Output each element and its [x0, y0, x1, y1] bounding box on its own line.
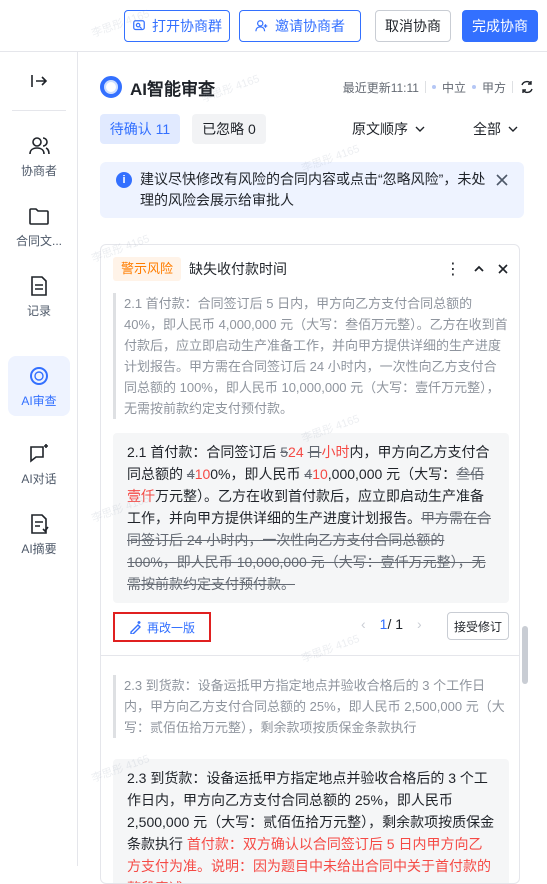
scrollbar-thumb[interactable] [522, 626, 528, 684]
add-user-icon [255, 20, 268, 32]
separator [424, 81, 426, 93]
cancel-negotiation-button[interactable]: 取消协商 [375, 10, 451, 42]
chevron-up-icon[interactable] [473, 263, 485, 275]
nav-item-records[interactable]: 记录 [8, 266, 70, 326]
group-chat-icon [133, 20, 145, 31]
text-segment: 0%，即人民币 [210, 466, 305, 482]
nav-label-ai-chat: AI对话 [21, 471, 57, 486]
nav-label-ai-summary: AI摘要 [21, 541, 57, 556]
finish-label: 完成协商 [472, 18, 528, 34]
order-dropdown[interactable]: 原文顺序 [352, 114, 426, 144]
tab-ignored-label: 已忽略 0 [202, 121, 256, 137]
accept-label: 接受修订 [453, 619, 502, 634]
dot-icon [431, 85, 436, 89]
separator [512, 81, 513, 93]
revised-clause-2: 2.3 到货款：设备运抵甲方指定地点并验收合格后的 3 个工作日内，甲方向乙方支… [113, 759, 509, 883]
header-meta: 最近更新11:11 中立 甲方 [343, 79, 535, 96]
ai-logo-icon [100, 76, 122, 98]
rewrite-button[interactable]: 再改一版 [113, 612, 211, 642]
document-icon [31, 275, 47, 296]
open-group-button[interactable]: 打开协商群 [124, 10, 230, 42]
risk-card-header: 警示风险 缺失收付款时间 ⋮ [113, 255, 509, 283]
tab-ignored[interactable]: 已忽略 0 [192, 114, 266, 144]
refresh-icon[interactable] [519, 79, 535, 95]
nav-item-contract-files[interactable]: 合同文... [8, 196, 70, 256]
party-neutral[interactable]: 中立 [442, 79, 466, 96]
inserted-text: 10 [312, 466, 328, 482]
original-clause-1: 2.1 首付款：合同签订后 5 日内，甲方向乙方支付合同总额的 40%，即人民币… [113, 293, 509, 419]
deleted-text: 4 [186, 466, 195, 482]
nav-label-negotiators: 协商者 [20, 163, 57, 178]
text-segment: 2.1 首付款：合同签订后 [127, 444, 281, 460]
ai-review-icon [30, 366, 48, 385]
deleted-text: 5 [280, 444, 289, 460]
close-icon[interactable] [497, 263, 509, 275]
inserted-text: 24 [288, 444, 308, 460]
card-divider [101, 655, 519, 656]
inserted-text: 小时 [321, 444, 350, 460]
cancel-label: 取消协商 [385, 18, 441, 34]
nav-item-negotiators[interactable]: 协商者 [8, 126, 70, 186]
deleted-text: 叁佰 [456, 466, 485, 482]
chevron-down-icon [415, 126, 425, 132]
inserted-text: 10 [194, 466, 211, 482]
magic-pen-icon [130, 621, 141, 634]
page-total: / 1 [387, 616, 404, 632]
nav-label-ai-review: AI审查 [21, 393, 57, 408]
more-icon[interactable]: ⋮ [445, 259, 461, 279]
nav-item-ai-summary[interactable]: AI摘要 [8, 504, 70, 564]
text-segment: ,000,000 元（大写： [327, 466, 457, 482]
finish-negotiation-button[interactable]: 完成协商 [462, 10, 538, 42]
next-page-icon[interactable]: › [417, 616, 422, 632]
expand-sidebar-icon[interactable] [28, 70, 50, 92]
chevron-down-icon [508, 126, 518, 132]
invite-button[interactable]: 邀请协商者 [239, 10, 361, 42]
folder-icon [29, 207, 49, 225]
ai-review-panel: AI智能审查 最近更新11:11 中立 甲方 待确认 11 已忽略 0 原文顺序… [78, 52, 547, 884]
invite-label: 邀请协商者 [275, 18, 345, 34]
panel-title: AI智能审查 [130, 79, 215, 99]
dot-icon [471, 85, 476, 89]
tab-pending-label: 待确认 11 [109, 121, 171, 137]
order-label: 原文顺序 [352, 121, 408, 137]
risk-title: 缺失收付款时间 [189, 261, 288, 277]
inserted-text: 壹仟 [127, 488, 155, 504]
info-icon: i [116, 172, 132, 188]
summary-icon [31, 513, 49, 534]
revised-clause-1: 2.1 首付款：合同签订后 524 日小时内，甲方向乙方支付合同总额的 4100… [113, 433, 509, 603]
left-nav: 协商者 合同文... 记录 AI审查 AI对话 AI摘要 [0, 52, 78, 866]
prev-page-icon[interactable]: ‹ [361, 616, 366, 632]
panel-header: AI智能审查 最近更新11:11 中立 甲方 [100, 74, 535, 100]
info-banner: i 建议尽快修改有风险的合同内容或点击“忽略风险”，未处理的风险会展示给审批人 [100, 162, 524, 218]
risk-level-badge: 警示风险 [113, 257, 182, 281]
original-clause-2: 2.3 到货款：设备运抵甲方指定地点并验收合格后的 3 个工作日内，甲方向乙方支… [113, 675, 509, 738]
party-a[interactable]: 甲方 [482, 79, 506, 96]
version-pager: ‹ 1/ 1 › [361, 616, 422, 632]
accept-revision-button[interactable]: 接受修订 [447, 612, 509, 640]
open-group-label: 打开协商群 [152, 18, 222, 34]
card-actions: ⋮ [445, 259, 509, 279]
filter-bar: 待确认 11 已忽略 0 原文顺序 全部 [100, 114, 525, 144]
banner-text: 建议尽快修改有风险的合同内容或点击“忽略风险”，未处理的风险会展示给审批人 [140, 171, 486, 208]
tab-pending[interactable]: 待确认 11 [100, 114, 180, 144]
chat-sparkle-icon [30, 443, 48, 463]
nav-item-ai-review[interactable]: AI审查 [8, 356, 70, 416]
top-toolbar: 打开协商群 邀请协商者 取消协商 完成协商 [0, 0, 547, 52]
deleted-text: 日 [307, 444, 322, 460]
close-icon[interactable] [494, 172, 510, 188]
risk-card: 警示风险 缺失收付款时间 ⋮ 2.1 首付款：合同签订后 5 日内，甲方向乙方支… [100, 244, 520, 884]
users-icon [29, 136, 50, 154]
nav-label-contract-files: 合同文... [15, 233, 62, 248]
nav-item-ai-chat[interactable]: AI对话 [8, 434, 70, 494]
scope-label: 全部 [473, 121, 501, 137]
scope-dropdown[interactable]: 全部 [473, 114, 519, 144]
rewrite-label: 再改一版 [146, 620, 195, 635]
nav-label-records: 记录 [26, 303, 51, 318]
last-update: 最近更新11:11 [342, 80, 419, 95]
nav-divider [12, 110, 66, 111]
